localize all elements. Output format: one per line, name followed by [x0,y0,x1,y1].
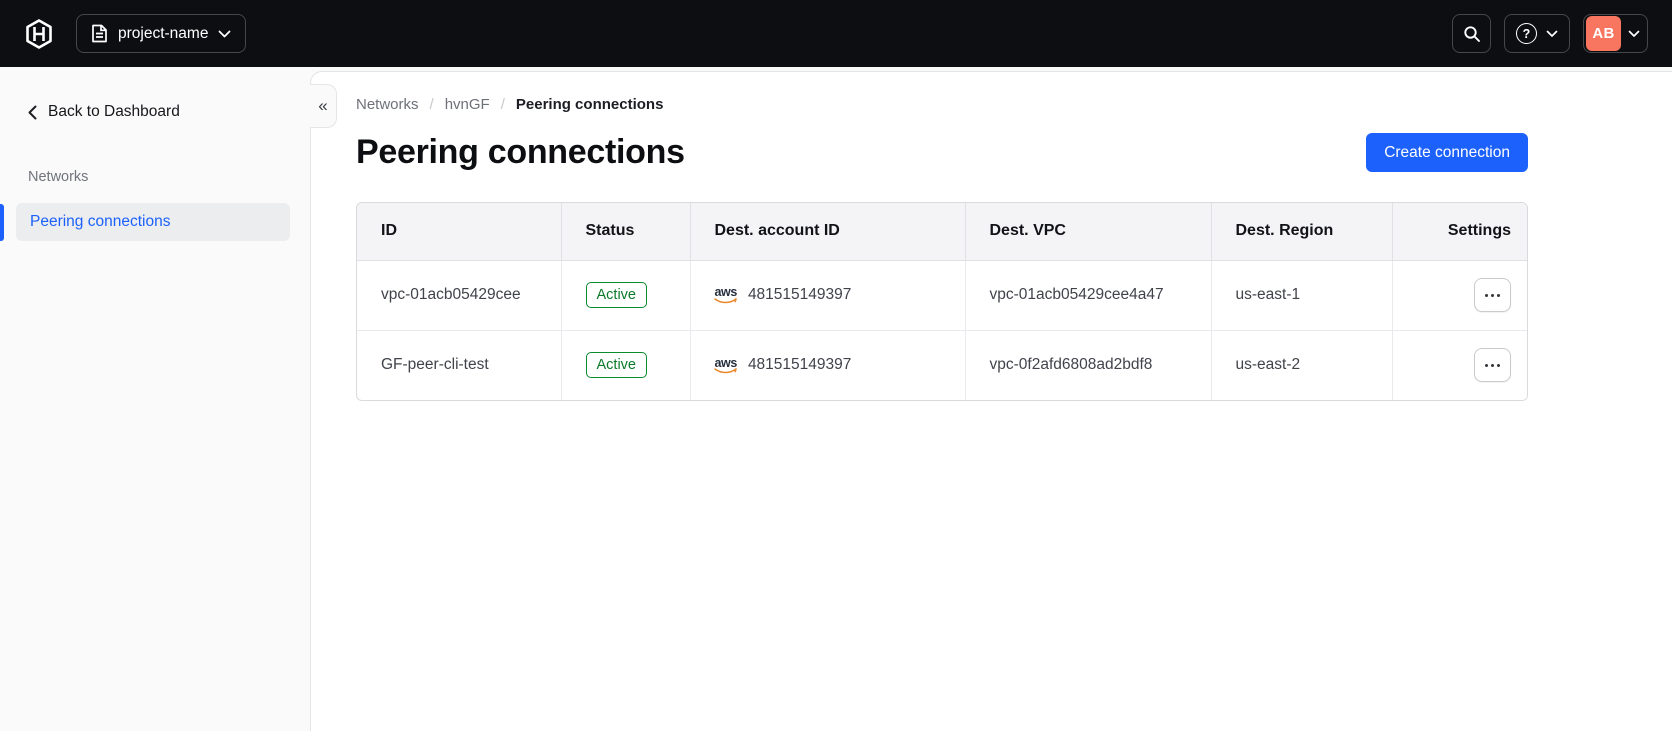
column-header-settings: Settings [1391,203,1527,261]
column-header-dest-region: Dest. Region [1210,203,1392,261]
hashicorp-logo-icon [24,18,54,50]
sidebar-collapse-button[interactable]: « [310,84,337,128]
main-panel: « Networks / hvnGF / Peering connections… [310,71,1672,731]
document-icon [91,24,108,43]
row-settings-button[interactable] [1474,348,1511,383]
chevron-left-icon [28,105,37,120]
cell-settings [1391,329,1527,400]
dest-account-id-value: 481515149397 [747,286,852,303]
table-row: GF-peer-cli-test Active aws 481515149397 [357,329,1527,400]
cell-id: GF-peer-cli-test [357,329,561,400]
status-badge: Active [585,282,647,308]
breadcrumb-separator: / [500,96,505,113]
search-button[interactable] [1452,14,1491,53]
breadcrumb-separator: / [429,96,434,113]
project-switcher-label: project-name [118,24,209,42]
column-header-dest-vpc: Dest. VPC [964,203,1211,261]
status-badge: Active [585,352,647,379]
sidebar-section-networks: Networks [28,169,89,185]
column-header-id: ID [357,203,561,261]
cell-dest-vpc: vpc-01acb05429cee4a47 [964,260,1211,330]
active-indicator-bar [0,204,4,241]
cell-settings [1391,260,1527,330]
chevron-down-icon [1628,30,1640,38]
create-connection-button[interactable]: Create connection [1366,133,1528,172]
help-menu-button[interactable]: ? [1504,14,1570,53]
cell-dest-account-id: aws 481515149397 [689,329,965,400]
cell-status: Active [560,329,690,400]
ellipsis-icon [1485,293,1500,297]
cell-dest-region: us-east-1 [1210,260,1392,330]
aws-icon: aws [713,286,737,304]
cell-dest-account-id: aws 481515149397 [689,260,965,330]
avatar: AB [1586,16,1621,51]
app-shell: Back to Dashboard Networks Peering conne… [0,67,1672,731]
dest-account-id-value: 481515149397 [747,356,852,374]
sidebar-item-peering-connections[interactable]: Peering connections [16,203,290,241]
column-header-status: Status [560,203,690,261]
aws-icon: aws [713,356,737,375]
collapse-icon: « [318,96,328,115]
chevron-down-icon [218,30,231,38]
column-header-dest-account-id: Dest. account ID [689,203,965,261]
table-row: vpc-01acb05429cee Active aws 48151514939… [357,260,1527,330]
sidebar: Back to Dashboard Networks Peering conne… [0,67,310,731]
title-row: Peering connections Create connection [356,133,1528,172]
back-to-dashboard-label: Back to Dashboard [48,103,180,120]
breadcrumb-current: Peering connections [515,96,664,113]
search-icon [1463,25,1481,43]
cell-status: Active [560,260,690,330]
table-header-row: ID Status Dest. account ID Dest. VPC Des… [357,203,1527,261]
breadcrumb-hvn[interactable]: hvnGF [445,96,490,113]
breadcrumb: Networks / hvnGF / Peering connections [356,96,1672,113]
topbar: project-name ? AB [0,0,1672,67]
account-menu-button[interactable]: AB [1583,14,1648,53]
topbar-actions: ? AB [1452,14,1648,53]
help-icon: ? [1516,23,1537,44]
project-switcher[interactable]: project-name [76,14,247,53]
sidebar-item-peering-connections-wrap: Peering connections [0,203,310,241]
back-to-dashboard-link[interactable]: Back to Dashboard [0,67,310,121]
cell-id: vpc-01acb05429cee [357,260,561,330]
peering-connections-table: ID Status Dest. account ID Dest. VPC Des… [356,202,1528,401]
breadcrumb-networks[interactable]: Networks [356,96,419,113]
page-title: Peering connections [356,133,685,171]
cell-dest-vpc: vpc-0f2afd6808ad2bdf8 [964,329,1211,400]
ellipsis-icon [1485,363,1500,367]
chevron-down-icon [1546,30,1558,38]
row-settings-button[interactable] [1474,278,1511,312]
cell-dest-region: us-east-2 [1210,329,1392,400]
